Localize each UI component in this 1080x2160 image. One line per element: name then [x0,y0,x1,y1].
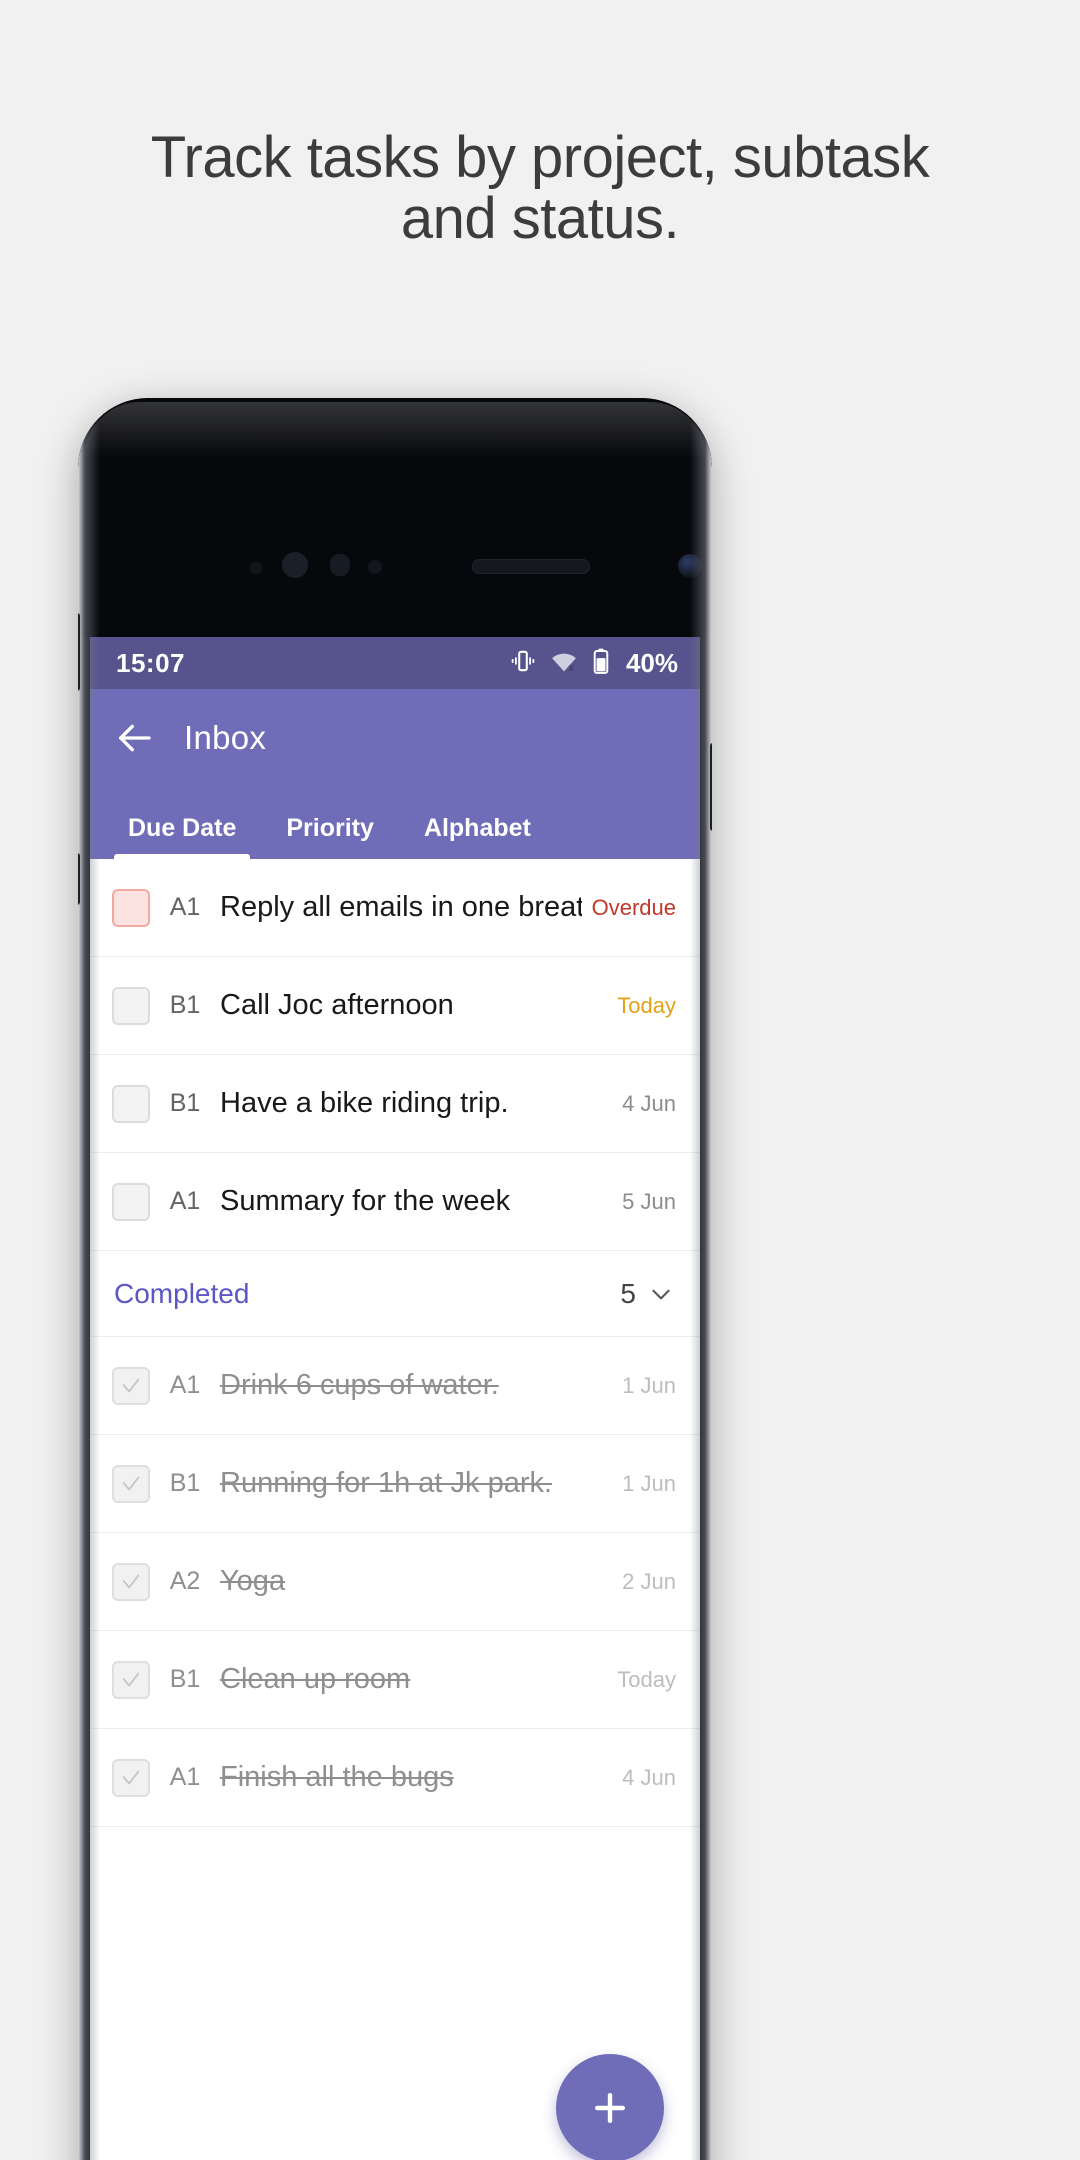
headline-line-2: and status. [400,185,680,251]
task-title: Have a bike riding trip. [220,1087,509,1119]
task-due-label: Today [617,992,676,1018]
table-row[interactable]: B1 Clean up room Today [90,1631,700,1729]
app-bar: Inbox Due Date Priority Alphabet [90,689,700,859]
task-due-label: 4 Jun [622,1764,676,1790]
task-due-label: Today [617,1666,676,1692]
table-row[interactable]: A1 Reply all emails in one breath. Overd… [90,859,700,957]
task-priority: A1 [169,1371,201,1399]
sensor-cluster [78,548,712,588]
vibrate-icon [510,648,536,679]
volume-up-button[interactable] [78,613,80,691]
task-title: Drink 6 cups of water. [220,1369,499,1401]
proximity-sensor-icon [250,562,262,574]
phone-top-bezel [78,398,712,637]
phone-mockup: 15:07 x 40% Inbox Due Date Priority Alph… [78,398,712,2160]
task-title: Yoga [220,1565,286,1597]
table-row[interactable]: B1 Running for 1h at Jk park. 1 Jun [90,1435,700,1533]
volume-down-button[interactable] [78,853,80,905]
status-bar-icons: x 40% [510,648,678,679]
table-row[interactable]: A1 Drink 6 cups of water. 1 Jun [90,1337,700,1435]
back-arrow-icon[interactable] [114,718,154,758]
task-title: Call Joc afternoon [220,989,454,1021]
completed-section-header[interactable]: Completed 5 [90,1251,700,1337]
add-task-button[interactable] [556,2054,664,2160]
svg-text:x: x [568,663,574,674]
task-title: Summary for the week [220,1185,511,1217]
chevron-down-icon[interactable] [648,1281,674,1307]
task-list: A1 Reply all emails in one breath. Overd… [90,859,700,1827]
light-sensor-icon [330,554,350,576]
task-title: Finish all the bugs [220,1761,454,1793]
table-row[interactable]: A2 Yoga 2 Jun [90,1533,700,1631]
task-checkbox[interactable] [112,1758,150,1797]
table-row[interactable]: B1 Call Joc afternoon Today [90,957,700,1055]
headline-line-1: Track tasks by project, subtask [150,125,930,190]
task-title: Running for 1h at Jk park. [220,1467,553,1499]
table-row[interactable]: A1 Summary for the week 5 Jun [90,1153,700,1251]
task-due-label: 5 Jun [622,1188,676,1214]
task-due-label: 1 Jun [622,1470,676,1496]
task-checkbox[interactable] [112,1182,150,1221]
task-priority: B1 [169,991,201,1019]
task-checkbox[interactable] [112,1366,150,1405]
tab-priority[interactable]: Priority [264,814,396,859]
task-priority: A1 [169,1763,201,1791]
status-bar-clock: 15:07 [116,647,185,678]
app-bar-top-row: Inbox [90,689,700,787]
battery-icon [592,648,610,679]
tab-due-date[interactable]: Due Date [106,814,258,859]
task-priority: A1 [169,1187,201,1215]
task-checkbox[interactable] [112,986,150,1025]
wifi-off-icon: x [550,648,578,679]
earpiece-speaker-icon [472,559,590,574]
completed-count: 5 [620,1277,636,1309]
task-title: Reply all emails in one breath. [220,891,582,923]
task-due-label: 4 Jun [622,1090,676,1116]
task-due-label: Overdue [591,894,676,920]
task-checkbox[interactable] [112,1084,150,1123]
front-camera-icon [678,554,702,578]
power-button[interactable] [710,743,712,831]
task-checkbox[interactable] [112,888,150,927]
sort-tabs: Due Date Priority Alphabet [90,787,700,859]
promo-screenshot: Track tasks by project, subtask and stat… [0,0,1080,2160]
task-priority: A1 [169,893,201,921]
task-checkbox[interactable] [112,1660,150,1699]
tab-alphabet[interactable]: Alphabet [402,814,553,859]
completed-section-right: 5 [620,1278,674,1310]
table-row[interactable]: B1 Have a bike riding trip. 4 Jun [90,1055,700,1153]
table-row[interactable]: A1 Finish all the bugs 4 Jun [90,1729,700,1827]
battery-percent-label: 40% [625,647,678,678]
page-title: Track tasks by project, subtask and stat… [0,125,1080,251]
completed-section-label: Completed [114,1277,250,1309]
app-bar-title: Inbox [184,719,267,756]
status-bar: 15:07 x 40% [90,637,700,689]
task-checkbox[interactable] [112,1562,150,1601]
task-due-label: 2 Jun [622,1568,676,1594]
task-due-label: 1 Jun [622,1372,676,1398]
task-title: Clean up room [220,1663,411,1695]
led-indicator-icon [368,560,382,574]
phone-screen: 15:07 x 40% Inbox Due Date Priority Alph… [90,637,700,2160]
task-priority: B1 [169,1469,201,1497]
iris-scanner-icon [282,552,308,578]
task-priority: B1 [169,1089,201,1117]
task-priority: B1 [169,1665,201,1693]
task-checkbox[interactable] [112,1464,150,1503]
task-priority: A2 [169,1567,201,1595]
plus-icon [588,2086,632,2130]
